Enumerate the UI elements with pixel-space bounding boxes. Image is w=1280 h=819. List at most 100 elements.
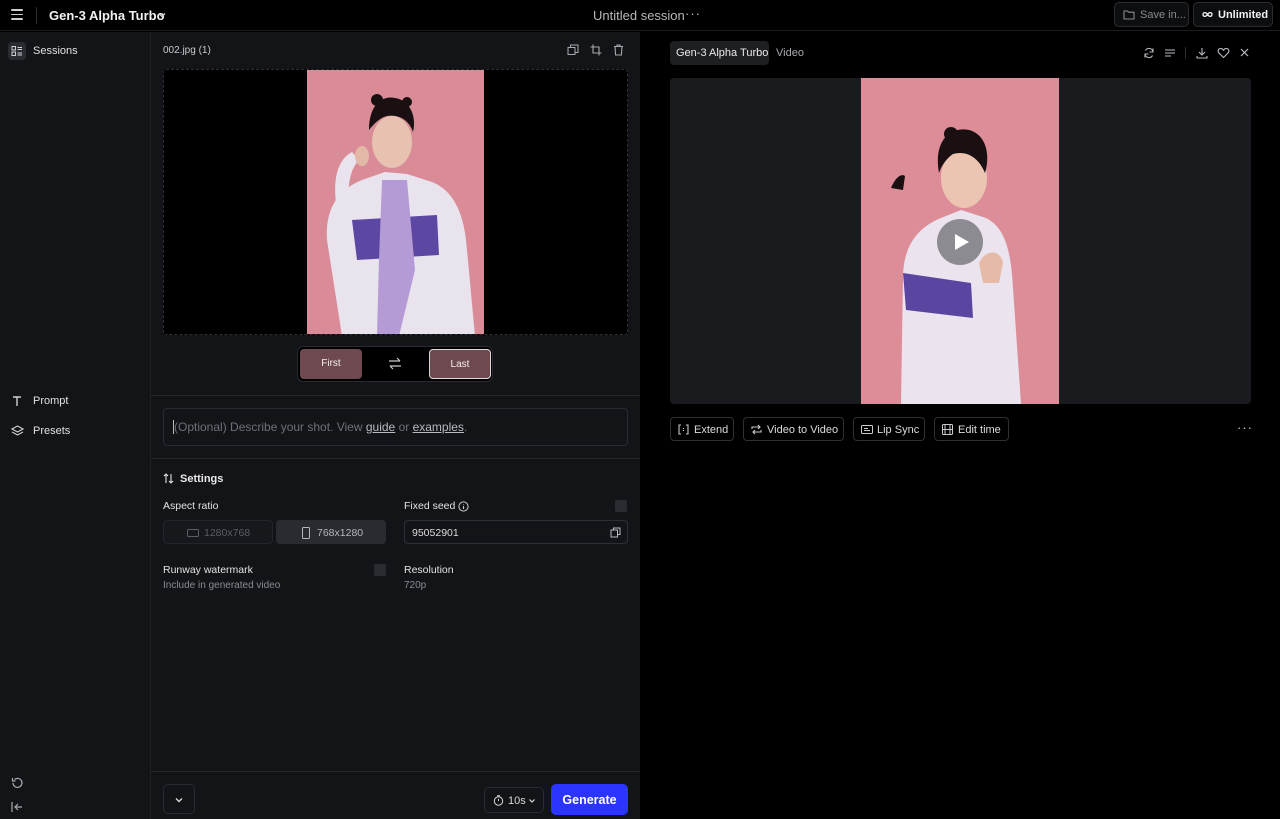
aspect-ratio-label: Aspect ratio (163, 500, 219, 512)
input-image (307, 70, 484, 334)
crop-icon[interactable] (590, 44, 602, 56)
layers-icon (8, 422, 26, 440)
top-bar: Gen-3 Alpha Turbo Untitled session ··· S… (0, 0, 1280, 31)
close-icon[interactable] (1239, 47, 1250, 58)
seed-value: 95052901 (412, 527, 459, 539)
aspect-option-portrait[interactable]: 768x1280 (276, 520, 386, 544)
watermark-label: Runway watermark (163, 564, 253, 576)
sidebar-item-label: Sessions (33, 45, 78, 57)
sidebar-item-presets[interactable]: Presets (8, 422, 142, 442)
video-player[interactable] (670, 78, 1251, 404)
placeholder-text: . (463, 420, 468, 434)
lip-sync-button[interactable]: Lip Sync (853, 417, 925, 441)
generate-label: Generate (562, 793, 617, 807)
duplicate-icon[interactable] (567, 44, 579, 56)
sessions-icon (8, 42, 26, 60)
text-icon (8, 392, 26, 410)
duration-selector[interactable]: 10s (484, 787, 544, 813)
seed-input[interactable]: 95052901 (404, 520, 628, 544)
aspect-option-landscape[interactable]: 1280x768 (163, 520, 273, 544)
menu-icon[interactable] (11, 9, 23, 21)
portrait-icon (302, 527, 310, 539)
prompt-input[interactable]: (Optional) Describe your shot. View guid… (163, 408, 628, 446)
placeholder-text: (Optional) Describe your shot. View (174, 420, 366, 434)
tab-label: Video (776, 47, 804, 59)
last-frame-label: Last (450, 359, 470, 370)
extend-button[interactable]: Extend (670, 417, 734, 441)
aspect-option-label: 1280x768 (204, 527, 251, 539)
history-icon[interactable] (10, 776, 24, 790)
save-in-button[interactable]: Save in... (1114, 2, 1189, 27)
generate-button[interactable]: Generate (551, 784, 628, 815)
details-icon[interactable] (1164, 47, 1176, 59)
editor-panel: 002.jpg (1) First Last (Optional) Descri… (151, 32, 640, 819)
divider (36, 7, 37, 24)
first-frame-label: First (321, 358, 341, 369)
image-drop-area[interactable] (163, 69, 628, 335)
sidebar-item-sessions[interactable]: Sessions (8, 42, 142, 62)
timer-icon (493, 795, 504, 806)
model-selector[interactable]: Gen-3 Alpha Turbo (49, 8, 165, 23)
divider (151, 395, 640, 396)
settings-icon (163, 473, 174, 484)
resolution-label: Resolution (404, 564, 454, 576)
unlimited-label: Unlimited (1218, 9, 1269, 21)
sidebar-item-label: Presets (33, 425, 71, 437)
resolution-value: 720p (404, 580, 427, 591)
chevron-down-icon[interactable] (157, 10, 167, 20)
copy-icon[interactable] (610, 527, 621, 538)
prompt-placeholder: (Optional) Describe your shot. View guid… (174, 420, 467, 434)
frame-toggle: First Last (297, 346, 493, 382)
left-sidebar: Sessions Prompt Presets (0, 32, 151, 819)
settings-header: Settings (163, 473, 223, 487)
action-label: Video to Video (767, 424, 839, 436)
edit-time-button[interactable]: Edit time (934, 417, 1009, 441)
extend-icon (678, 424, 689, 435)
infinity-icon (1202, 11, 1213, 18)
divider (151, 458, 640, 459)
examples-link[interactable]: examples (413, 420, 464, 434)
sidebar-item-prompt[interactable]: Prompt (8, 392, 142, 412)
watermark-description: Include in generated video (163, 580, 281, 591)
video-to-video-button[interactable]: Video to Video (743, 417, 844, 441)
more-options-icon[interactable]: ··· (1237, 420, 1253, 435)
watermark-checkbox[interactable] (374, 564, 386, 576)
action-label: Lip Sync (877, 424, 920, 436)
collapse-sidebar-icon[interactable] (10, 800, 24, 814)
session-more-icon[interactable]: ··· (685, 6, 701, 21)
expand-options-button[interactable] (163, 784, 195, 814)
fixed-seed-label: Fixed seed (404, 500, 456, 512)
sidebar-item-label: Prompt (33, 395, 69, 407)
file-name: 002.jpg (1) (163, 45, 211, 56)
tab-video[interactable]: Video (770, 41, 810, 65)
output-panel: Gen-3 Alpha Turbo Video Extend Video to … (640, 32, 1280, 819)
divider (151, 771, 640, 772)
swap-icon[interactable] (388, 357, 402, 370)
first-frame-button[interactable]: First (300, 349, 362, 379)
landscape-icon (187, 529, 199, 537)
save-in-label: Save in... (1140, 9, 1186, 21)
info-icon[interactable] (458, 501, 469, 512)
lip-sync-icon (861, 425, 873, 434)
folder-icon (1123, 10, 1135, 20)
tab-label: Gen-3 Alpha Turbo (676, 47, 769, 59)
duration-value: 10s (508, 795, 526, 807)
action-label: Edit time (958, 424, 1001, 436)
last-frame-button[interactable]: Last (429, 349, 491, 379)
divider (1185, 47, 1186, 59)
session-title[interactable]: Untitled session (593, 8, 685, 23)
fixed-seed-checkbox[interactable] (615, 500, 627, 512)
unlimited-button[interactable]: Unlimited (1193, 2, 1273, 27)
film-icon (942, 424, 953, 435)
download-icon[interactable] (1196, 47, 1208, 59)
guide-link[interactable]: guide (366, 420, 395, 434)
settings-title: Settings (180, 473, 224, 485)
tab-gen3-alpha-turbo[interactable]: Gen-3 Alpha Turbo (670, 41, 769, 65)
placeholder-text: or (395, 420, 413, 434)
play-button[interactable] (937, 219, 983, 265)
repeat-icon (751, 424, 762, 435)
heart-icon[interactable] (1217, 47, 1230, 59)
trash-icon[interactable] (613, 44, 624, 56)
refresh-icon[interactable] (1143, 47, 1155, 59)
chevron-down-icon (529, 799, 535, 803)
